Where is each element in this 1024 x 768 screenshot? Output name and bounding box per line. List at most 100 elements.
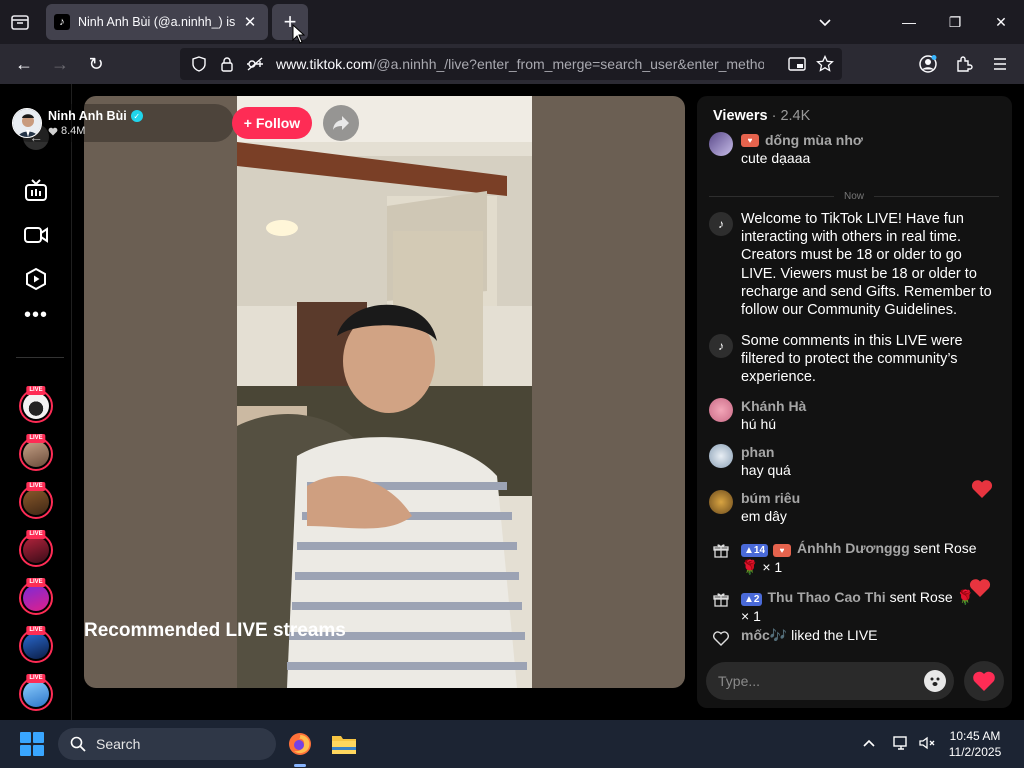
url-text[interactable]: www.tiktok.com/@a.ninhh_/live?enter_from… — [276, 56, 764, 72]
browser-toolbar: ← → ↻ www.tiktok.com/@a.ninhh_/live?ente… — [0, 44, 1024, 84]
browser-tab-active[interactable]: ♪ Ninh Anh Bùi (@a.ninhh_) is LIVE ✕ — [46, 4, 268, 40]
minimize-button[interactable]: — — [886, 0, 932, 44]
host-card[interactable]: Ninh Anh Bùi ✓ 8.4M — [10, 104, 234, 142]
gift-quantity: × 1 — [741, 608, 761, 624]
firefox-view-button[interactable] — [8, 10, 32, 34]
like-event: mốc🎶 liked the LIVE — [709, 626, 999, 652]
level-badge-value: 2 — [753, 594, 760, 605]
firefox-taskbar-app[interactable] — [284, 728, 316, 760]
forward-button[interactable]: → — [46, 52, 74, 76]
taskbar-search[interactable]: Search — [58, 728, 276, 760]
chat-username[interactable]: dống mùa nhơ — [765, 132, 863, 148]
chat-text: cute dạaaa — [741, 150, 811, 166]
chat-input[interactable] — [718, 673, 908, 689]
left-sidebar: ← ••• LIVE LIVE LIVE LIVE LIVE LIVE LIVE — [0, 84, 72, 720]
url-path: /@a.ninhh_/live?enter_from_merge=search_… — [372, 56, 764, 72]
verified-badge-icon: ✓ — [130, 110, 143, 122]
permissions-icon[interactable] — [244, 53, 266, 75]
chat-avatar[interactable] — [709, 444, 733, 468]
maximize-button[interactable]: ❐ — [932, 0, 978, 44]
emoji-button[interactable] — [924, 670, 946, 692]
share-button[interactable] — [323, 105, 359, 141]
like-username[interactable]: mốc🎶 — [741, 627, 787, 643]
like-heart-outline-icon — [709, 626, 733, 650]
floating-heart-icon — [971, 480, 993, 498]
chat-avatar[interactable] — [709, 132, 733, 156]
lock-icon[interactable] — [216, 53, 238, 75]
more-options-icon[interactable]: ••• — [22, 305, 50, 330]
picture-in-picture-icon[interactable] — [786, 53, 808, 75]
list-all-tabs-button[interactable] — [802, 0, 848, 44]
heart-icon — [973, 671, 995, 691]
live-tv-icon[interactable] — [22, 177, 50, 205]
active-app-indicator — [294, 764, 306, 767]
chat-text: hay quá — [741, 462, 791, 478]
go-live-camera-icon[interactable] — [22, 221, 50, 249]
like-action: liked the LIVE — [791, 627, 878, 643]
extensions-button[interactable] — [950, 52, 978, 76]
gift-sender[interactable]: Ánhhh Dươnggg — [797, 540, 910, 556]
rose-gift-icon: 🌹 — [741, 559, 759, 575]
chat-input-box[interactable] — [706, 662, 954, 700]
hamburger-icon — [994, 58, 1006, 70]
tracking-protection-icon[interactable] — [188, 53, 210, 75]
live-avatar-6[interactable]: LIVE — [19, 626, 53, 663]
folder-icon — [332, 736, 356, 754]
live-video-player[interactable] — [84, 96, 685, 688]
tiktok-live-page: ← ••• LIVE LIVE LIVE LIVE LIVE LIVE LIVE — [0, 84, 1024, 720]
show-hidden-icons-button[interactable] — [858, 732, 880, 754]
live-avatar-5[interactable]: LIVE — [19, 578, 53, 615]
back-button[interactable]: ← — [10, 52, 38, 76]
firefox-icon — [289, 733, 311, 755]
emoji-icon — [930, 677, 940, 686]
gift-icon — [709, 539, 733, 563]
clock-time: 10:45 AM — [949, 729, 1001, 743]
start-button[interactable] — [20, 732, 44, 756]
level-badge: ▲ 14 — [741, 544, 769, 557]
chat-username[interactable]: phan — [741, 444, 774, 460]
volume-muted-icon[interactable] — [916, 732, 938, 754]
viewers-label[interactable]: Viewers — [713, 108, 768, 124]
tiktok-logo-icon: ♪ — [709, 212, 733, 236]
like-button[interactable] — [964, 661, 1004, 701]
taskbar-clock[interactable]: 10:45 AM 11/2/2025 — [940, 728, 1010, 760]
viewer-count: · 2.4K — [771, 108, 811, 124]
chat-header: Viewers · 2.4K — [713, 108, 810, 124]
account-icon — [919, 55, 937, 73]
live-avatar-7[interactable]: LIVE — [19, 674, 53, 711]
reload-button[interactable]: ↻ — [82, 52, 110, 76]
menu-button[interactable] — [986, 52, 1014, 76]
gift-action: sent Rose — [889, 589, 953, 605]
host-likes-count: 8.4M — [61, 125, 86, 137]
explore-play-icon[interactable] — [22, 265, 50, 293]
tab-close-button[interactable]: ✕ — [240, 12, 260, 32]
chevron-down-icon — [819, 19, 831, 27]
gift-quantity: × 1 — [762, 559, 783, 575]
network-icon[interactable] — [890, 732, 912, 754]
file-explorer-taskbar-app[interactable] — [328, 728, 360, 760]
gift-sender[interactable]: Thu Thao Cao Thi — [767, 589, 885, 605]
tiktok-logo-icon: ♪ — [709, 334, 733, 358]
chat-username[interactable]: Khánh Hà — [741, 398, 806, 414]
chat-username[interactable]: búm riêu — [741, 490, 800, 506]
gift-icon — [709, 588, 733, 612]
chat-avatar[interactable] — [709, 490, 733, 514]
host-name[interactable]: Ninh Anh Bùi — [48, 109, 127, 123]
account-button[interactable] — [914, 52, 942, 76]
host-avatar[interactable] — [12, 108, 42, 138]
level-badge: ▲ 2 — [741, 593, 763, 606]
heart-icon — [48, 127, 58, 135]
live-avatar-2[interactable]: LIVE — [19, 434, 53, 471]
clock-date: 11/2/2025 — [948, 745, 1002, 759]
tiktok-favicon-icon: ♪ — [54, 14, 70, 30]
live-chat-panel: Viewers · 2.4K ♥ dống mùa nhơ cute dạaaa … — [697, 96, 1012, 708]
address-bar[interactable]: www.tiktok.com/@a.ninhh_/live?enter_from… — [180, 48, 842, 80]
follow-button[interactable]: + Follow — [232, 107, 312, 139]
live-avatar-3[interactable]: LIVE — [19, 482, 53, 519]
bookmark-star-icon[interactable] — [814, 53, 836, 75]
level-badge-value: 14 — [753, 545, 766, 556]
close-window-button[interactable]: ✕ — [978, 0, 1024, 44]
chat-avatar[interactable] — [709, 398, 733, 422]
live-avatar-4[interactable]: LIVE — [19, 530, 53, 567]
live-avatar-1[interactable]: LIVE — [19, 386, 53, 423]
